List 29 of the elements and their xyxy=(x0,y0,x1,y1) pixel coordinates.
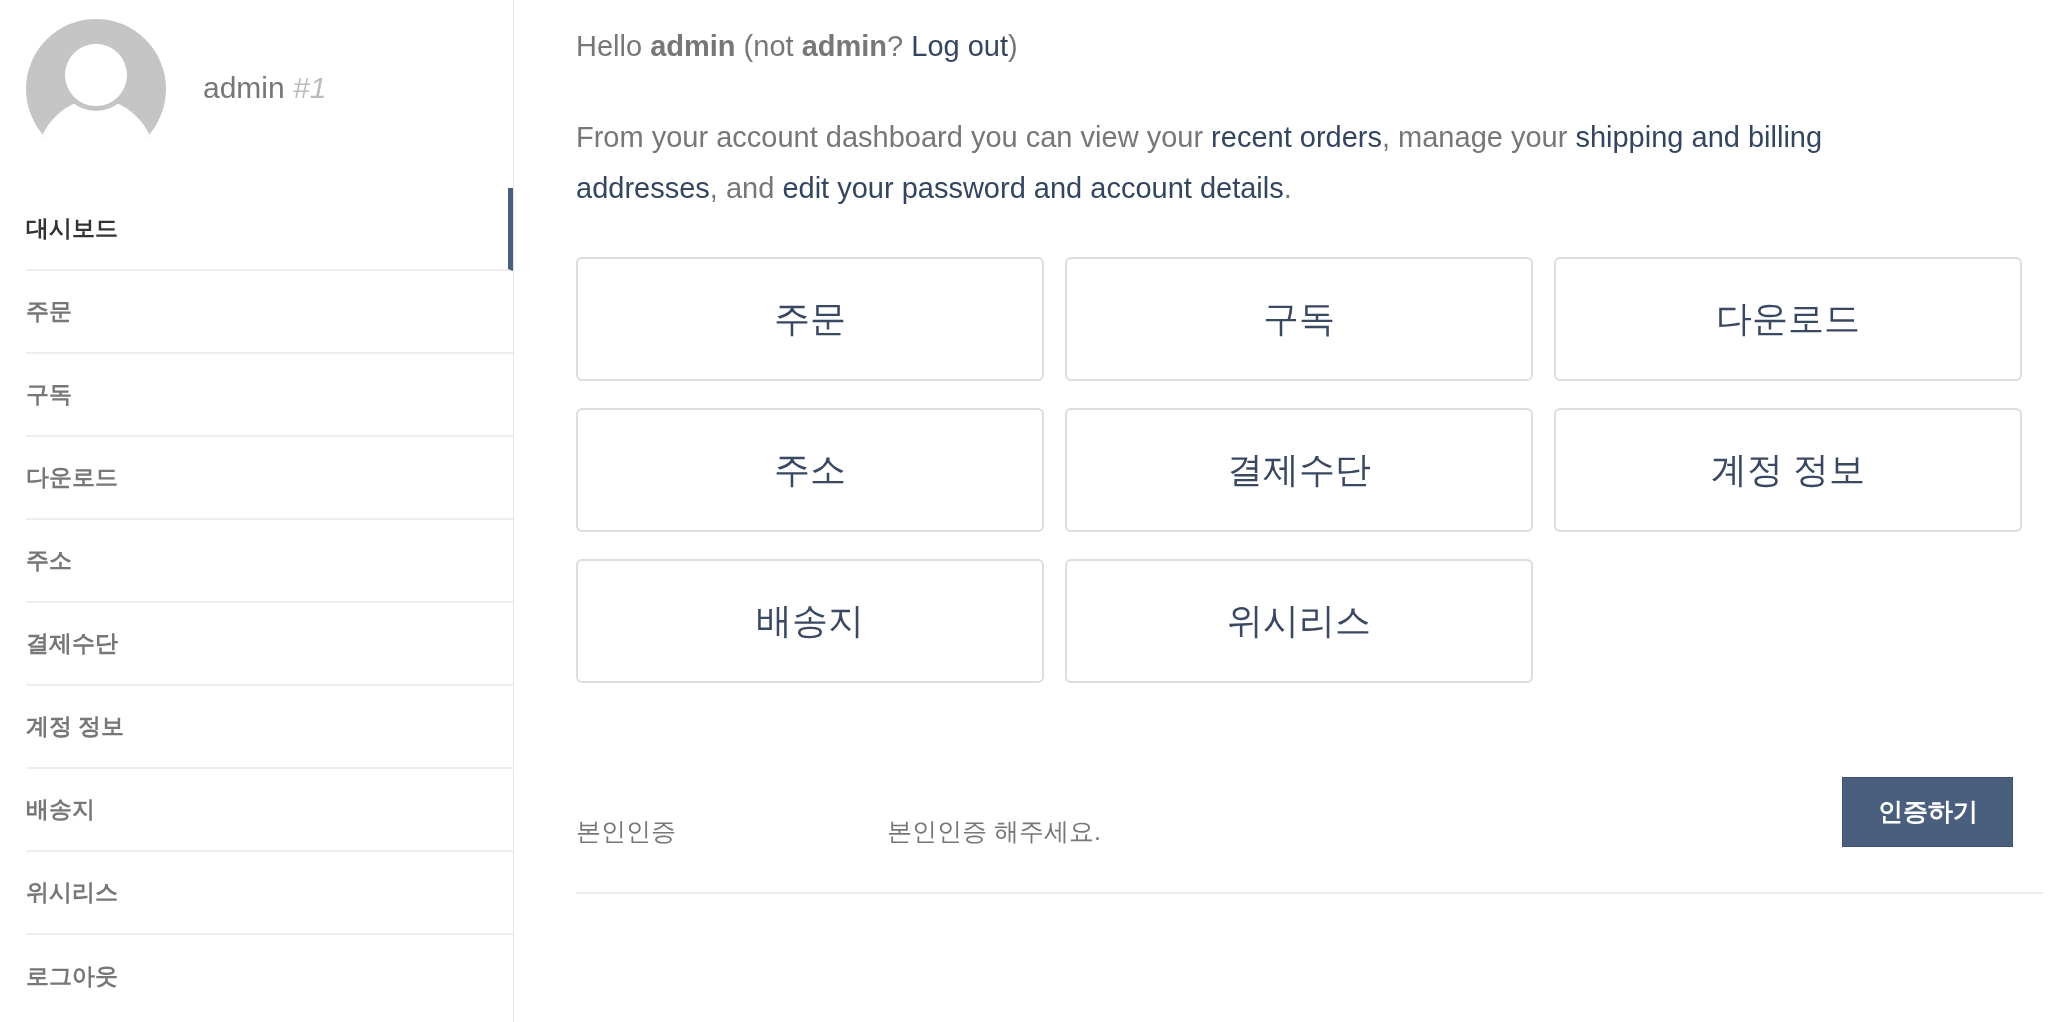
menu-tile[interactable]: 배송지 xyxy=(576,559,1044,683)
verification-label: 본인인증 xyxy=(576,816,677,847)
text-link[interactable]: shipping and billing xyxy=(1575,121,1823,153)
menu-tile[interactable]: 주소 xyxy=(576,408,1044,532)
menu-tile[interactable]: 위시리스 xyxy=(1065,559,1533,683)
sidebar-item[interactable]: 결제수단 xyxy=(26,603,513,686)
menu-tile[interactable]: 계정 정보 xyxy=(1554,408,2022,532)
text-link[interactable]: Log out xyxy=(911,30,1008,62)
text-link[interactable]: recent orders xyxy=(1211,121,1382,153)
sidebar-item[interactable]: 주소 xyxy=(26,520,513,603)
sidebar-item[interactable]: 계정 정보 xyxy=(26,686,513,769)
verify-button[interactable]: 인증하기 xyxy=(1842,777,2013,847)
verification-message: 본인인증 해주세요. xyxy=(887,816,1102,847)
user-name: admin #1 xyxy=(203,70,327,106)
text-link[interactable]: edit your password and account details xyxy=(782,172,1284,204)
intro-text: From your account dashboard you can view your recent orders, manage your shipping and billing addresses, and edit your password and account details. xyxy=(576,120,1823,206)
menu-tile[interactable]: 주문 xyxy=(576,257,1044,381)
sidebar-item[interactable]: 위시리스 xyxy=(26,852,513,935)
sidebar-item[interactable]: 주문 xyxy=(26,271,513,354)
sidebar-item[interactable]: 배송지 xyxy=(26,769,513,852)
menu-tile[interactable]: 결제수단 xyxy=(1065,408,1533,532)
sidebar-item[interactable]: 다운로드 xyxy=(26,437,513,520)
sidebar-item[interactable]: 로그아웃 xyxy=(26,935,513,1018)
sidebar-item[interactable]: 대시보드 xyxy=(26,188,513,271)
text-link[interactable]: addresses xyxy=(576,172,710,204)
greeting-text: Hello admin (not admin? Log out) xyxy=(576,29,1018,64)
menu-tile[interactable]: 구독 xyxy=(1065,257,1533,381)
menu-tile[interactable]: 다운로드 xyxy=(1554,257,2022,381)
sidebar-item[interactable]: 구독 xyxy=(26,354,513,437)
